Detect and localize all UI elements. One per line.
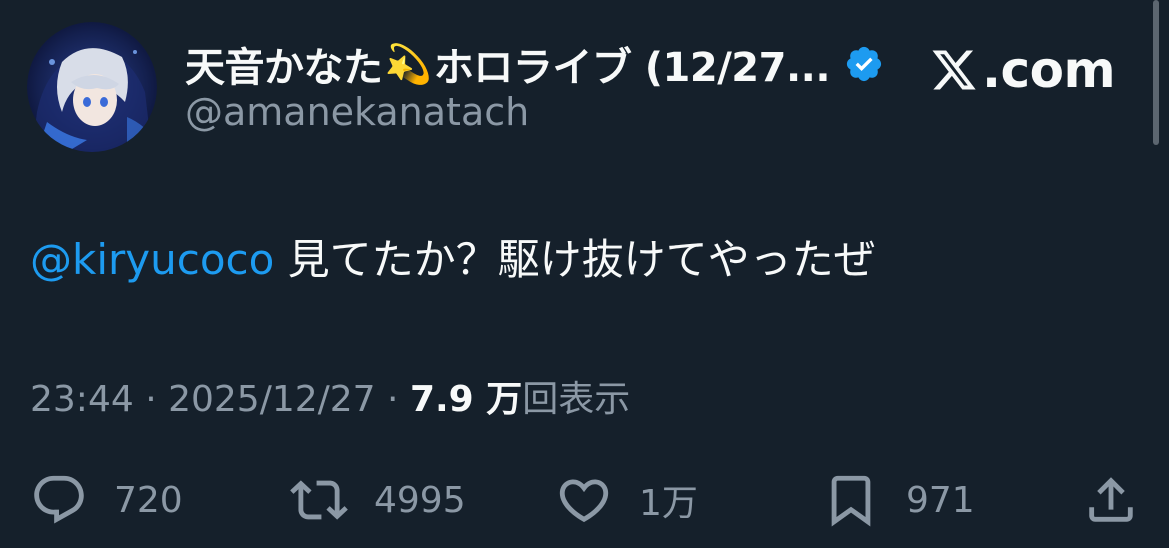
site-logo: .com xyxy=(930,38,1116,102)
retweet-icon xyxy=(290,471,348,529)
share-button[interactable] xyxy=(1082,468,1140,532)
author-handle[interactable]: @amanekanatach xyxy=(185,90,529,134)
views-count: 7.9 万 xyxy=(409,379,523,420)
heart-icon xyxy=(555,471,613,529)
avatar[interactable] xyxy=(27,22,157,152)
bookmark-button[interactable]: 971 xyxy=(822,468,975,532)
like-button[interactable]: 1万 xyxy=(555,468,698,532)
bookmark-icon xyxy=(822,471,880,529)
author-name-row[interactable]: 天音かなた 💫 ホロライブ (12/27... xyxy=(185,36,884,92)
verified-badge-icon xyxy=(844,44,884,84)
meta-separator: · xyxy=(375,379,410,420)
x-logo-icon xyxy=(930,46,978,94)
like-count: 1万 xyxy=(639,483,698,524)
tweet-time[interactable]: 23:44 xyxy=(30,379,134,420)
meta-separator: · xyxy=(133,379,169,420)
tweet-text: @kiryucoco 見てたか？駆け抜けてやったぜ xyxy=(30,230,876,290)
author-display-name: 天音かなた xyxy=(185,45,383,91)
reply-count: 720 xyxy=(114,479,183,521)
tweet-body-text: 見てたか？駆け抜けてやったぜ xyxy=(274,235,876,284)
views-label: 回表示 xyxy=(522,379,631,420)
reply-button[interactable]: 720 xyxy=(30,468,183,532)
scrollbar-thumb[interactable] xyxy=(1153,0,1159,145)
retweet-button[interactable]: 4995 xyxy=(290,468,466,532)
dizzy-emoji-icon: 💫 xyxy=(384,41,432,86)
share-icon xyxy=(1082,471,1140,529)
reply-icon xyxy=(30,471,88,529)
mention-link[interactable]: @kiryucoco xyxy=(30,235,274,284)
site-domain: .com xyxy=(982,41,1116,99)
retweet-count: 4995 xyxy=(374,479,466,521)
action-bar: 720 4995 1万 971 xyxy=(0,468,1169,532)
author-name-suffix: ホロライブ (12/27... xyxy=(433,45,831,91)
avatar-image xyxy=(27,22,157,152)
tweet-meta: 23:44 · 2025/12/27 · 7.9 万回表示 xyxy=(30,375,630,425)
tweet-date[interactable]: 2025/12/27 xyxy=(168,379,376,420)
bookmark-count: 971 xyxy=(906,479,975,521)
